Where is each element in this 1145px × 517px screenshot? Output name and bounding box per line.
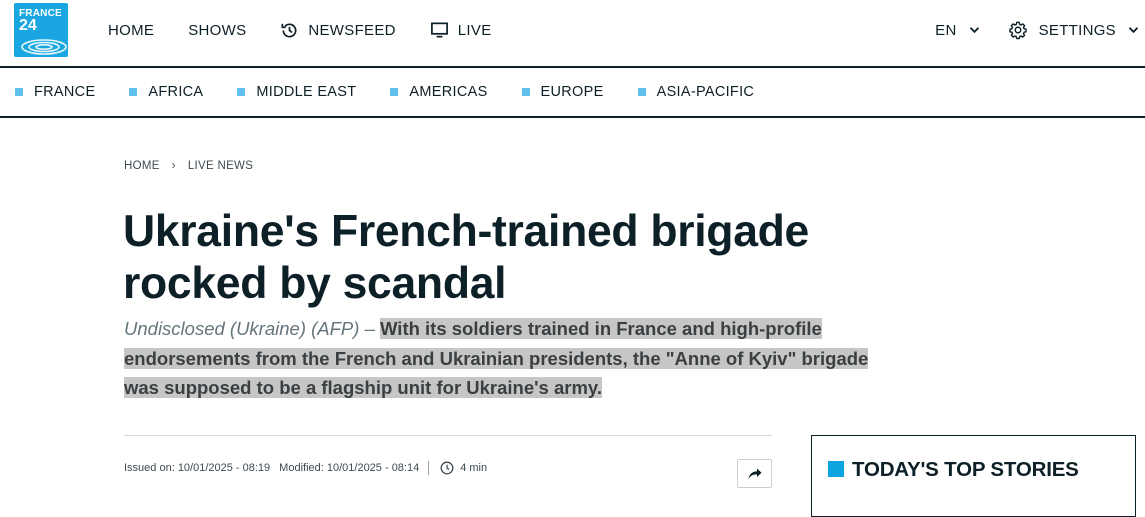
top-stories-title: TODAY'S TOP STORIES bbox=[852, 458, 1079, 481]
share-icon bbox=[748, 468, 761, 479]
nav-item-newsfeed[interactable]: NEWSFEED bbox=[280, 21, 395, 40]
nav-item-live[interactable]: LIVE bbox=[430, 21, 492, 39]
chevron-down-icon bbox=[1128, 27, 1139, 34]
nav-item-label: LIVE bbox=[457, 21, 492, 39]
nav-item-label: SHOWS bbox=[188, 21, 247, 39]
settings-label: SETTINGS bbox=[1038, 21, 1116, 39]
top-header: FRANCE 24 HOME SHOWS NEWSFEED LIVE EN SE… bbox=[0, 0, 1145, 68]
breadcrumb-separator: › bbox=[171, 160, 176, 172]
monitor-icon bbox=[430, 22, 448, 38]
nav-item-label: HOME bbox=[108, 21, 155, 39]
clock-icon bbox=[440, 461, 454, 475]
region-marker bbox=[390, 88, 399, 96]
nav-item-label: NEWSFEED bbox=[308, 21, 396, 39]
main-nav: HOME SHOWS NEWSFEED LIVE bbox=[108, 0, 526, 60]
region-marker bbox=[521, 88, 530, 96]
nav-item-shows[interactable]: SHOWS bbox=[188, 22, 246, 39]
read-time: 4 min bbox=[460, 462, 488, 474]
divider bbox=[124, 435, 772, 436]
nav-item-home[interactable]: HOME bbox=[108, 22, 154, 39]
region-item-middle-east[interactable]: MIDDLE EAST bbox=[237, 84, 356, 100]
france24-logo[interactable]: FRANCE 24 bbox=[14, 3, 68, 57]
top-stories-marker bbox=[828, 461, 844, 477]
region-marker bbox=[637, 88, 646, 96]
language-label: EN bbox=[935, 21, 957, 39]
region-label: AMERICAS bbox=[409, 84, 488, 100]
language-selector[interactable]: EN bbox=[935, 22, 979, 39]
region-item-americas[interactable]: AMERICAS bbox=[390, 84, 487, 100]
region-item-asia-pacific[interactable]: ASIA-PACIFIC bbox=[637, 84, 755, 100]
region-label: AFRICA bbox=[148, 84, 204, 100]
issued-date: Issued on: 10/01/2025 - 08:19 bbox=[124, 462, 271, 474]
region-label: ASIA-PACIFIC bbox=[656, 84, 755, 100]
region-label: EUROPE bbox=[540, 84, 604, 100]
gear-icon bbox=[1008, 21, 1027, 40]
region-marker bbox=[237, 88, 246, 96]
region-item-africa[interactable]: AFRICA bbox=[129, 84, 203, 100]
region-label: FRANCE bbox=[34, 84, 96, 100]
breadcrumb: HOME › LIVE NEWS bbox=[124, 160, 253, 172]
region-item-europe[interactable]: EUROPE bbox=[521, 84, 604, 100]
modified-date: Modified: 10/01/2025 - 08:14 bbox=[279, 462, 420, 474]
article-dateline: Undisclosed (Ukraine) (AFP) – bbox=[124, 318, 375, 339]
chevron-down-icon bbox=[969, 27, 979, 34]
logo-text-line2: 24 bbox=[19, 17, 37, 34]
article-meta: Issued on: 10/01/2025 - 08:19 Modified: … bbox=[124, 461, 487, 475]
history-icon bbox=[281, 23, 297, 38]
region-marker bbox=[129, 88, 138, 96]
region-nav: FRANCE AFRICA MIDDLE EAST AMERICAS EUROP… bbox=[0, 68, 1145, 118]
article-headline: Ukraine's French-trained brigade rocked … bbox=[123, 207, 809, 308]
breadcrumb-home[interactable]: HOME bbox=[124, 160, 160, 172]
meta-separator bbox=[428, 461, 430, 475]
share-button[interactable] bbox=[737, 459, 772, 488]
top-stories-panel: TODAY'S TOP STORIES bbox=[811, 435, 1136, 517]
breadcrumb-live-news[interactable]: LIVE NEWS bbox=[188, 160, 253, 172]
region-marker bbox=[15, 88, 23, 96]
region-item-france[interactable]: FRANCE bbox=[15, 84, 95, 100]
header-right: EN SETTINGS bbox=[935, 0, 1145, 60]
region-label: MIDDLE EAST bbox=[256, 84, 357, 100]
settings-menu[interactable]: SETTINGS bbox=[1008, 20, 1145, 40]
article-lead: Undisclosed (Ukraine) (AFP) – With its s… bbox=[124, 314, 884, 403]
